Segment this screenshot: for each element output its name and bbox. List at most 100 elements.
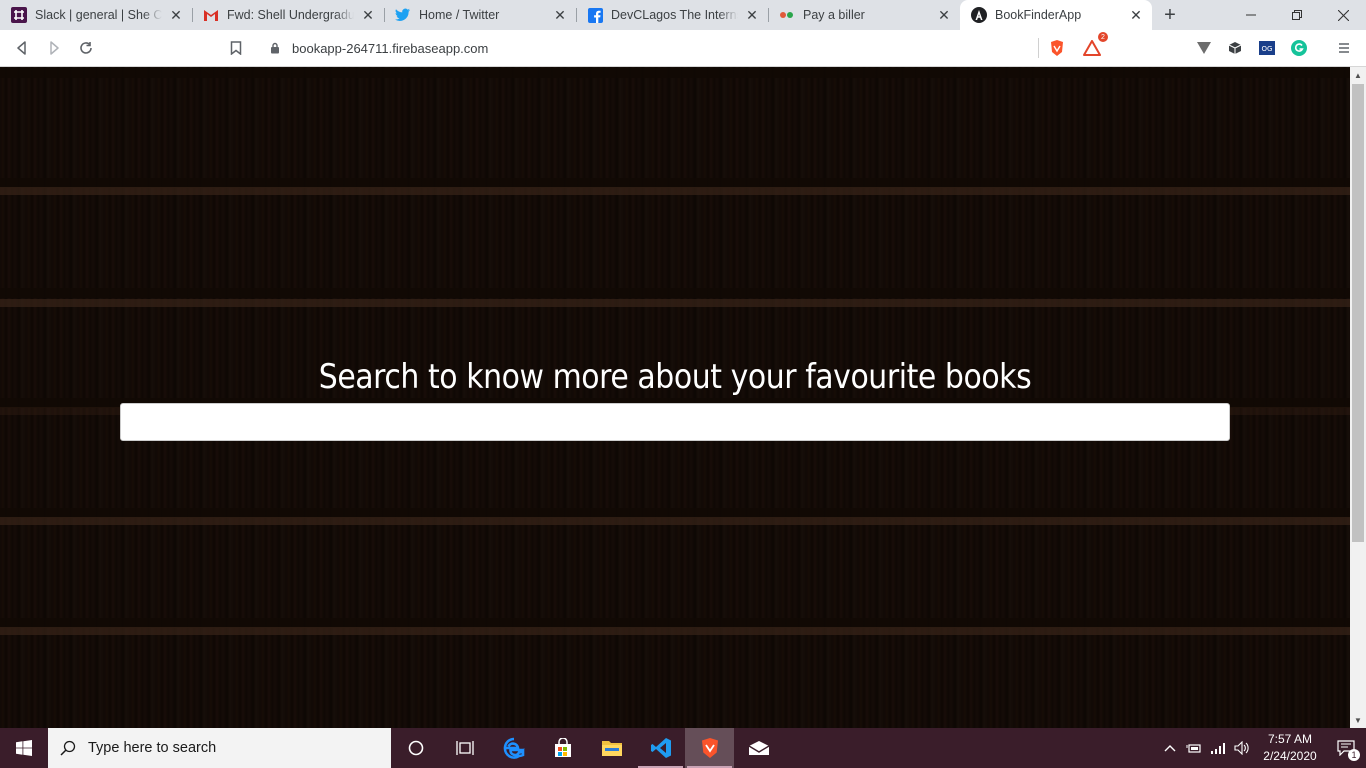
folder-icon [601, 741, 622, 756]
scroll-down-icon[interactable]: ▼ [1350, 712, 1366, 728]
tab-gmail[interactable]: Fwd: Shell Undergraduate ✕ [192, 0, 384, 30]
store-taskbar-button[interactable] [538, 728, 587, 768]
task-view-button[interactable] [440, 728, 489, 768]
hero-section: Search to know more about your favourite… [120, 353, 1230, 401]
system-tray: 7:57 AM 2/24/2020 1 [1158, 728, 1366, 768]
close-icon [1337, 9, 1349, 21]
brave-shield-icon [1051, 40, 1063, 56]
taskbar-clock[interactable]: 7:57 AM 2/24/2020 [1254, 731, 1326, 765]
twitter-icon [395, 7, 411, 23]
browser-toolbar: bookapp-264711.firebaseapp.com 2 OG [0, 30, 1366, 67]
cortana-icon [408, 740, 423, 756]
brave-rewards-button[interactable]: 2 [1080, 32, 1108, 60]
vue-icon [1197, 42, 1211, 54]
extension-box-button[interactable] [1223, 36, 1247, 60]
tab-title: BookFinderApp [995, 8, 1082, 22]
edge-icon [503, 737, 524, 759]
rewards-badge: 2 [1098, 32, 1108, 42]
shelf-line [0, 187, 1350, 195]
close-icon[interactable]: ✕ [744, 7, 760, 23]
extension-og-button[interactable]: OG [1255, 36, 1279, 60]
tab-facebook[interactable]: DevCLagos The Internship ✕ [576, 0, 768, 30]
task-view-icon [455, 741, 474, 755]
close-icon[interactable]: ✕ [1128, 7, 1144, 23]
vscode-icon [650, 738, 671, 758]
menu-button[interactable] [1332, 36, 1356, 60]
bookmark-icon [230, 41, 242, 55]
vscode-taskbar-button[interactable] [636, 728, 685, 768]
store-icon [554, 738, 571, 757]
page-scrollbar[interactable]: ▲ ▼ [1350, 67, 1366, 728]
close-icon[interactable]: ✕ [936, 7, 952, 23]
clock-time: 7:57 AM [1267, 732, 1313, 746]
extension-vue-button[interactable] [1192, 36, 1216, 60]
tab-title: Home / Twitter [419, 8, 500, 22]
back-button[interactable] [10, 36, 34, 60]
slack-icon [11, 7, 27, 23]
bookmark-button[interactable] [224, 36, 248, 60]
restore-icon [1292, 10, 1302, 20]
window-controls [1228, 0, 1366, 30]
tab-slack[interactable]: Slack | general | She Code ✕ [0, 0, 192, 30]
network-signal-icon[interactable] [1206, 728, 1230, 768]
taskbar-search-box[interactable]: Type here to search [48, 728, 391, 768]
start-button[interactable] [0, 728, 48, 768]
tab-twitter[interactable]: Home / Twitter ✕ [384, 0, 576, 30]
hamburger-menu-icon [1339, 43, 1349, 53]
tab-title: DevCLagos The Internship [611, 8, 738, 22]
page-title: Search to know more about your favourite… [318, 357, 1032, 397]
windows-taskbar: Type here to search 7:57 AM 2/24/2020 1 [0, 728, 1366, 768]
windows-logo-icon [16, 740, 32, 756]
scroll-up-icon[interactable]: ▲ [1350, 67, 1366, 83]
svg-text:OG: OG [1262, 45, 1273, 53]
action-center-button[interactable]: 1 [1326, 728, 1366, 768]
lock-icon [266, 42, 284, 54]
brave-icon [701, 738, 718, 758]
tab-bookfinder[interactable]: BookFinderApp ✕ [960, 0, 1152, 30]
grammarly-button[interactable] [1287, 36, 1311, 60]
close-icon[interactable]: ✕ [552, 7, 568, 23]
mail-icon [748, 741, 769, 755]
minimize-button[interactable] [1228, 0, 1274, 30]
edge-taskbar-button[interactable] [489, 728, 538, 768]
url-text: bookapp-264711.firebaseapp.com [292, 40, 489, 56]
tab-pay-biller[interactable]: Pay a biller ✕ [768, 0, 960, 30]
volume-icon[interactable] [1230, 728, 1254, 768]
forward-button[interactable] [42, 36, 66, 60]
notification-count-badge: 1 [1348, 749, 1360, 761]
close-icon[interactable]: ✕ [168, 7, 184, 23]
brave-taskbar-button[interactable] [685, 728, 734, 768]
og-icon: OG [1259, 41, 1275, 55]
back-icon [17, 41, 26, 55]
battery-icon[interactable] [1182, 728, 1206, 768]
mail-taskbar-button[interactable] [734, 728, 783, 768]
reload-icon [80, 42, 92, 54]
shelf-line [0, 517, 1350, 525]
address-bar[interactable]: bookapp-264711.firebaseapp.com [258, 34, 1108, 62]
brave-shields-button[interactable] [1045, 36, 1069, 60]
tab-title: Fwd: Shell Undergraduate [227, 8, 354, 22]
facebook-icon [587, 7, 603, 23]
tab-title: Pay a biller [803, 8, 865, 22]
bank-icon [779, 7, 795, 23]
brave-rewards-icon [1083, 40, 1101, 56]
gmail-icon [203, 7, 219, 23]
reload-button[interactable] [74, 36, 98, 60]
shelf-line [0, 299, 1350, 307]
divider [1038, 38, 1039, 58]
book-search-input[interactable] [120, 403, 1230, 441]
restore-button[interactable] [1274, 0, 1320, 30]
cortana-button[interactable] [391, 728, 440, 768]
close-window-button[interactable] [1320, 0, 1366, 30]
new-tab-button[interactable]: + [1156, 0, 1184, 30]
file-explorer-taskbar-button[interactable] [587, 728, 636, 768]
close-icon[interactable]: ✕ [360, 7, 376, 23]
tab-title: Slack | general | She Code [35, 8, 162, 22]
shelf-line [0, 627, 1350, 635]
minimize-icon [1246, 14, 1256, 16]
search-icon [48, 740, 88, 756]
show-hidden-icons-chevron-up-icon[interactable] [1158, 728, 1182, 768]
clock-date: 2/24/2020 [1263, 749, 1317, 763]
scrollbar-thumb[interactable] [1352, 84, 1364, 542]
bookfinder-page: Search to know more about your favourite… [0, 67, 1350, 728]
